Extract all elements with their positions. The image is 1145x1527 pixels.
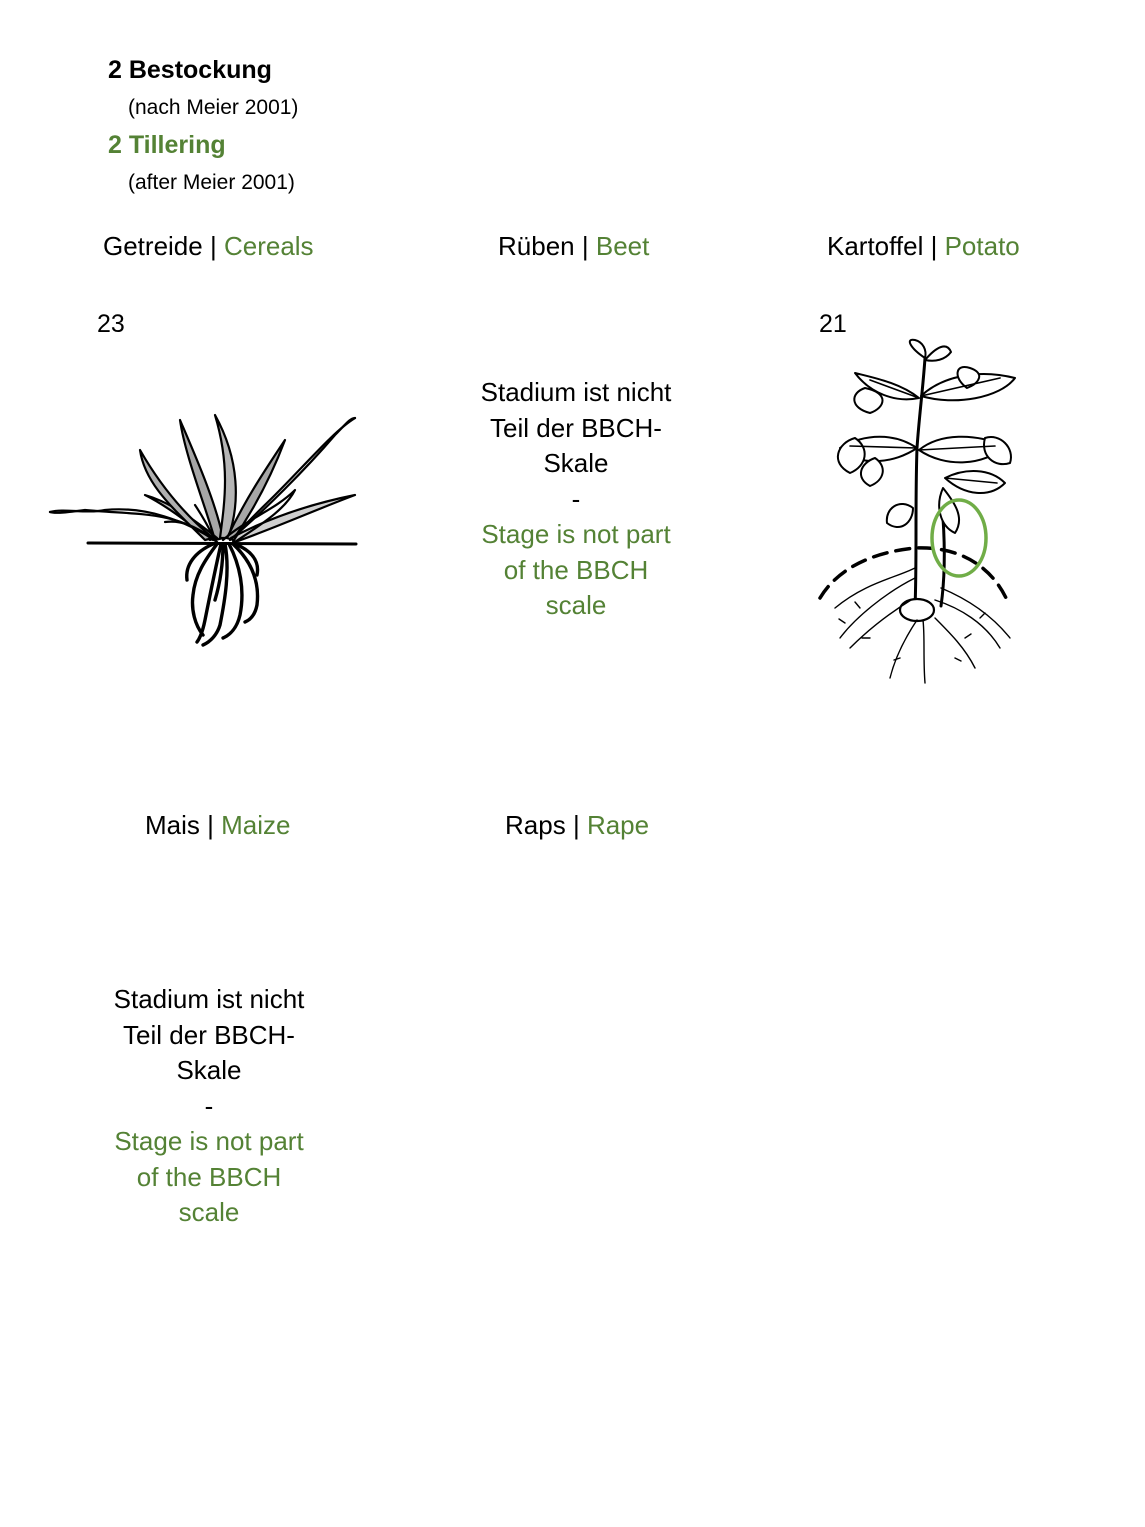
note-line-english: scale — [178, 1197, 240, 1227]
stage-code-cereals: 23 — [97, 310, 125, 338]
note-line-english: Stage is not part — [481, 519, 671, 549]
crop-name-english: Potato — [944, 231, 1020, 261]
crop-heading-maize: Mais | Maize — [145, 810, 291, 841]
note-line-english: of the BBCH — [503, 554, 649, 585]
note-line-german: Skale — [543, 448, 609, 478]
note-line-english: of the BBCH — [136, 1161, 282, 1192]
crop-separator: | — [581, 231, 589, 261]
note-line-english: Stage is not part — [114, 1126, 304, 1156]
crop-separator: | — [572, 810, 580, 840]
potato-plant-drawing — [818, 338, 1016, 684]
crop-separator: | — [209, 231, 217, 261]
source-english: (after Meier 2001) — [128, 171, 295, 194]
note-line-german: Stadium ist nicht — [113, 984, 305, 1014]
source-german: (nach Meier 2001) — [128, 96, 299, 119]
crop-name-german: Raps — [505, 810, 566, 840]
crop-name-german: Mais — [145, 810, 200, 840]
note-line-english: scale — [545, 590, 607, 620]
crop-heading-potato: Kartoffel | Potato — [827, 231, 1020, 262]
note-separator: - — [204, 1090, 214, 1121]
crop-name-english: Beet — [595, 231, 650, 261]
crop-heading-beet: Rüben | Beet — [498, 231, 649, 262]
crop-name-english: Cereals — [223, 231, 314, 261]
stage-code-potato: 21 — [819, 310, 847, 338]
crop-name-german: Getreide — [103, 231, 203, 261]
note-line-german: Teil der BBCH- — [123, 1019, 295, 1050]
title-german: 2 Bestockung — [108, 56, 272, 84]
note-line-german: Teil der BBCH- — [490, 412, 662, 443]
not-in-scale-note-maize: Stadium ist nicht Teil der BBCH- Skale -… — [94, 982, 324, 1231]
cereal-tillering-drawing — [48, 413, 358, 647]
crop-separator: | — [930, 231, 938, 261]
title-english: 2 Tillering — [108, 131, 226, 159]
note-line-german: Skale — [176, 1055, 242, 1085]
crop-name-english: Maize — [221, 810, 291, 840]
crop-name-english: Rape — [586, 810, 650, 840]
note-line-german: Stadium ist nicht — [480, 377, 672, 407]
note-separator: - — [571, 483, 581, 514]
crop-separator: | — [207, 810, 214, 840]
crop-name-german: Kartoffel — [827, 231, 924, 261]
crop-heading-cereals: Getreide | Cereals — [103, 231, 314, 262]
crop-name-german: Rüben — [498, 231, 575, 261]
crop-heading-rape: Raps | Rape — [505, 810, 649, 841]
highlight-ellipse — [930, 498, 988, 578]
not-in-scale-note-beet: Stadium ist nicht Teil der BBCH- Skale -… — [461, 375, 691, 624]
